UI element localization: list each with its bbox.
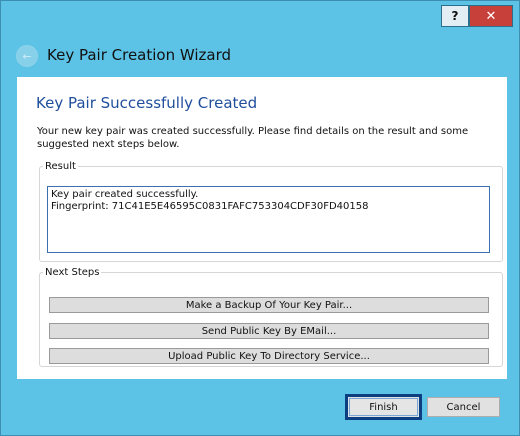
help-icon: ? [451,9,459,23]
back-arrow-icon: ← [22,49,32,63]
result-line: Key pair created successfully. [51,189,199,200]
window-title: Key Pair Creation Wizard [47,46,232,64]
upload-public-key-button[interactable]: Upload Public Key To Directory Service..… [49,348,489,364]
page-heading: Key Pair Successfully Created [36,94,258,112]
close-icon: ✕ [485,8,497,24]
result-textbox[interactable]: Key pair created successfully. Fingerpri… [47,186,490,253]
cancel-button[interactable]: Cancel [427,397,500,417]
finish-button-label: Finish [349,398,418,416]
finish-button[interactable]: Finish [345,394,422,420]
next-steps-group: Next Steps Make a Backup Of Your Key Pai… [39,267,503,367]
close-button[interactable]: ✕ [469,5,513,27]
backup-key-pair-button[interactable]: Make a Backup Of Your Key Pair... [49,297,489,313]
back-button[interactable]: ← [16,45,38,67]
intro-text: Your new key pair was created successful… [37,126,469,150]
wizard-content-panel: Key Pair Successfully Created Your new k… [17,77,507,379]
next-steps-legend: Next Steps [45,267,100,278]
result-legend: Result [45,161,76,172]
send-public-key-button[interactable]: Send Public Key By EMail... [49,323,489,339]
fingerprint-line: Fingerprint: 71C41E5E46595C0831FAFC75330… [51,201,369,212]
wizard-window: ? ✕ ← Key Pair Creation Wizard Key Pair … [0,0,520,436]
result-group: Result Key pair created successfully. Fi… [39,161,503,262]
help-button[interactable]: ? [441,5,469,27]
